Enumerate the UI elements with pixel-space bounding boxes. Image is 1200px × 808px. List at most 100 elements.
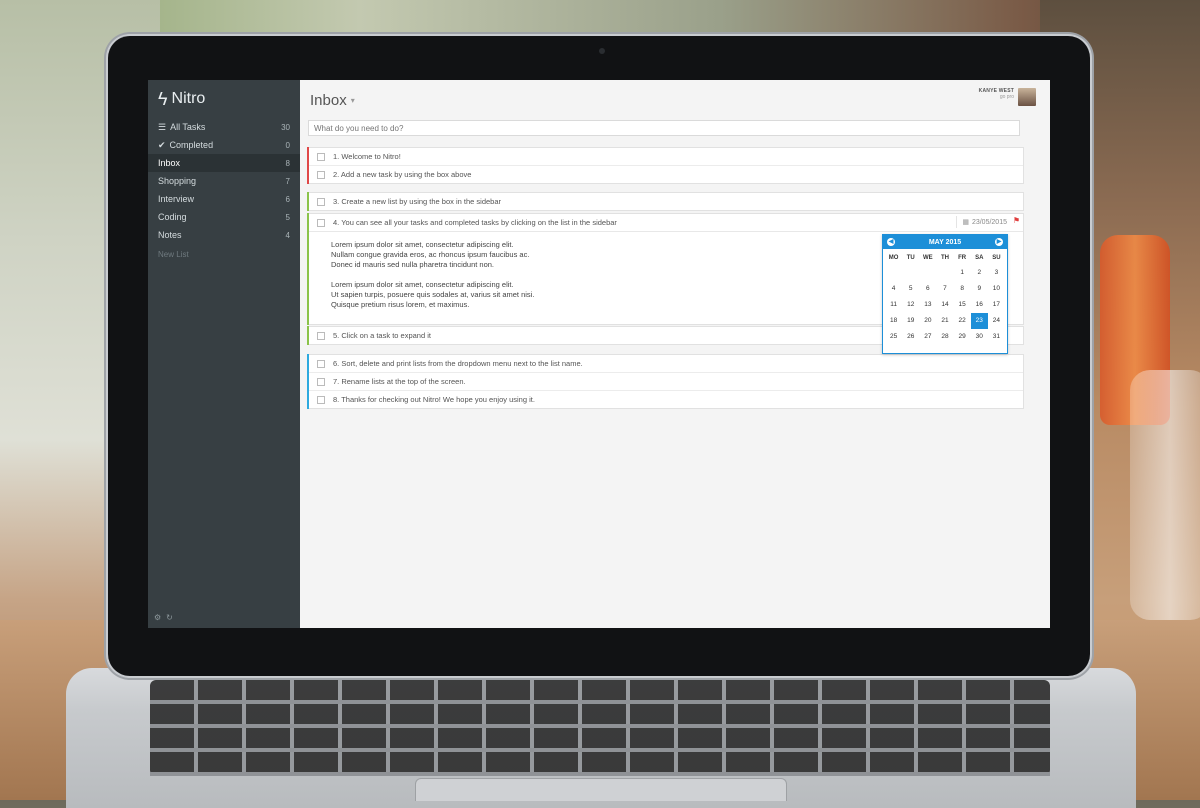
task-row[interactable]: 7. Rename lists at the top of the screen…: [307, 372, 1023, 391]
priority-bar: [307, 372, 309, 391]
task-row[interactable]: 8. Thanks for checking out Nitro! We hop…: [307, 390, 1023, 409]
weekday-label: WE: [923, 255, 933, 261]
sidebar-item-coding[interactable]: Coding 5: [148, 208, 300, 226]
list-icon: ☰: [158, 121, 167, 132]
calendar-day[interactable]: 4: [885, 281, 902, 297]
weekday-label: TH: [940, 255, 949, 261]
sidebar-item-label: Coding: [158, 212, 187, 222]
list-title[interactable]: Inbox ▾: [310, 92, 355, 109]
calendar-day[interactable]: 27: [919, 329, 936, 345]
calendar-day[interactable]: 1: [954, 265, 971, 281]
avatar[interactable]: [1018, 88, 1036, 106]
calendar-day[interactable]: 2: [971, 265, 988, 281]
new-list-input[interactable]: New List: [148, 244, 300, 265]
sidebar-item-all-tasks[interactable]: ☰ All Tasks 30: [148, 118, 300, 136]
calendar-day[interactable]: 18: [885, 313, 902, 329]
weekday-label: TU: [906, 255, 915, 261]
calendar-day[interactable]: 24: [988, 313, 1005, 329]
calendar-day[interactable]: 10: [988, 281, 1005, 297]
calendar-day[interactable]: 6: [919, 281, 936, 297]
task-group-green: 3. Create a new list by using the box in…: [307, 192, 1024, 211]
task-checkbox[interactable]: [317, 170, 325, 179]
calendar-day[interactable]: 20: [919, 313, 936, 329]
calendar-day[interactable]: 7: [936, 281, 953, 297]
datepicker-grid: MO TU WE TH FR SA SU 1 2 3 4 5 6 7 8 9 1…: [883, 249, 1007, 345]
task-checkbox[interactable]: [317, 197, 325, 206]
sidebar-item-count: 30: [281, 122, 290, 132]
calendar-day: [919, 265, 936, 281]
calendar-day[interactable]: 25: [885, 329, 902, 345]
app-logo[interactable]: ϟ Nitro: [148, 80, 300, 118]
calendar-day[interactable]: 15: [954, 297, 971, 313]
calendar-day[interactable]: 14: [936, 297, 953, 313]
priority-bar: [307, 326, 309, 345]
task-label: 5. Click on a task to expand it: [333, 331, 431, 340]
weekday-label: SU: [992, 255, 1001, 261]
sidebar-item-interview[interactable]: Interview 6: [148, 190, 300, 208]
task-row[interactable]: 6. Sort, delete and print lists from the…: [307, 354, 1023, 373]
go-pro-link[interactable]: go pro: [979, 94, 1014, 100]
task-checkbox[interactable]: [317, 218, 325, 227]
calendar-day[interactable]: 16: [971, 297, 988, 313]
sidebar-item-count: 6: [285, 194, 290, 204]
prev-month-icon[interactable]: ◀: [887, 238, 895, 246]
datepicker: ◀ MAY 2015 ▶ MO TU WE TH FR SA SU 1 2 3 …: [882, 234, 1008, 354]
due-date-field[interactable]: ▦ 23/05/2015: [956, 216, 1007, 228]
calendar-day[interactable]: 21: [936, 313, 953, 329]
sidebar-item-label: Completed: [169, 140, 214, 150]
flag-icon[interactable]: ⚑: [1013, 216, 1020, 225]
task-checkbox[interactable]: [317, 359, 325, 368]
sidebar-nav: ☰ All Tasks 30 ✔ Completed 0 Inbox 8 Sho…: [148, 118, 300, 244]
main-panel: Inbox ▾ KANYE WEST go pro 1. Welcom: [300, 80, 1050, 628]
task-checkbox[interactable]: [317, 377, 325, 386]
due-date-value: 23/05/2015: [971, 218, 1007, 226]
sidebar-footer: ⚙ ↻: [154, 613, 173, 622]
calendar-day[interactable]: 11: [885, 297, 902, 313]
task-checkbox[interactable]: [317, 152, 325, 161]
task-row[interactable]: 1. Welcome to Nitro!: [307, 147, 1023, 166]
note-line: Donec id mauris sed nulla pharetra tinci…: [331, 260, 495, 269]
add-task-input[interactable]: [308, 120, 1020, 136]
sidebar-item-label: All Tasks: [170, 122, 206, 132]
task-group-red: 1. Welcome to Nitro! 2. Add a new task b…: [307, 147, 1024, 184]
weekday-label: FR: [958, 255, 967, 261]
task-checkbox[interactable]: [317, 395, 325, 404]
calendar-day[interactable]: 29: [954, 329, 971, 345]
calendar-day[interactable]: 22: [954, 313, 971, 329]
chevron-down-icon[interactable]: ▾: [351, 96, 355, 105]
calendar-day[interactable]: 8: [954, 281, 971, 297]
priority-bar: [307, 147, 309, 166]
sidebar-item-count: 8: [285, 158, 290, 168]
note-line: Ut sapien turpis, posuere quis sodales a…: [331, 290, 535, 299]
task-checkbox[interactable]: [317, 331, 325, 340]
sidebar-item-shopping[interactable]: Shopping 7: [148, 172, 300, 190]
task-row[interactable]: 4. You can see all your tasks and comple…: [309, 214, 1023, 232]
sidebar-item-completed[interactable]: ✔ Completed 0: [148, 136, 300, 154]
weekday-label: SA: [975, 255, 984, 261]
calendar-day[interactable]: 31: [988, 329, 1005, 345]
calendar-day[interactable]: 26: [902, 329, 919, 345]
calendar-day[interactable]: 28: [936, 329, 953, 345]
calendar-day[interactable]: 17: [988, 297, 1005, 313]
task-label: 1. Welcome to Nitro!: [333, 152, 401, 161]
calendar-day[interactable]: 30: [971, 329, 988, 345]
user-menu[interactable]: KANYE WEST go pro: [979, 88, 1036, 106]
task-notes[interactable]: Lorem ipsum dolor sit amet, consectetur …: [331, 240, 534, 320]
gear-icon[interactable]: ⚙: [154, 613, 161, 622]
sidebar-item-notes[interactable]: Notes 4: [148, 226, 300, 244]
priority-bar: [307, 354, 309, 373]
calendar-day[interactable]: 3: [988, 265, 1005, 281]
calendar-day[interactable]: 19: [902, 313, 919, 329]
calendar-day[interactable]: 13: [919, 297, 936, 313]
calendar-day[interactable]: 9: [971, 281, 988, 297]
sync-icon[interactable]: ↻: [166, 613, 173, 622]
sidebar-item-inbox[interactable]: Inbox 8: [148, 154, 300, 172]
task-row[interactable]: 3. Create a new list by using the box in…: [307, 192, 1023, 211]
note-line: Nullam congue gravida eros, ac rhoncus i…: [331, 250, 530, 259]
next-month-icon[interactable]: ▶: [995, 238, 1003, 246]
calendar-day: [902, 265, 919, 281]
task-row[interactable]: 2. Add a new task by using the box above: [307, 165, 1023, 184]
calendar-day-selected[interactable]: 23: [970, 313, 988, 329]
calendar-day[interactable]: 12: [902, 297, 919, 313]
calendar-day[interactable]: 5: [902, 281, 919, 297]
